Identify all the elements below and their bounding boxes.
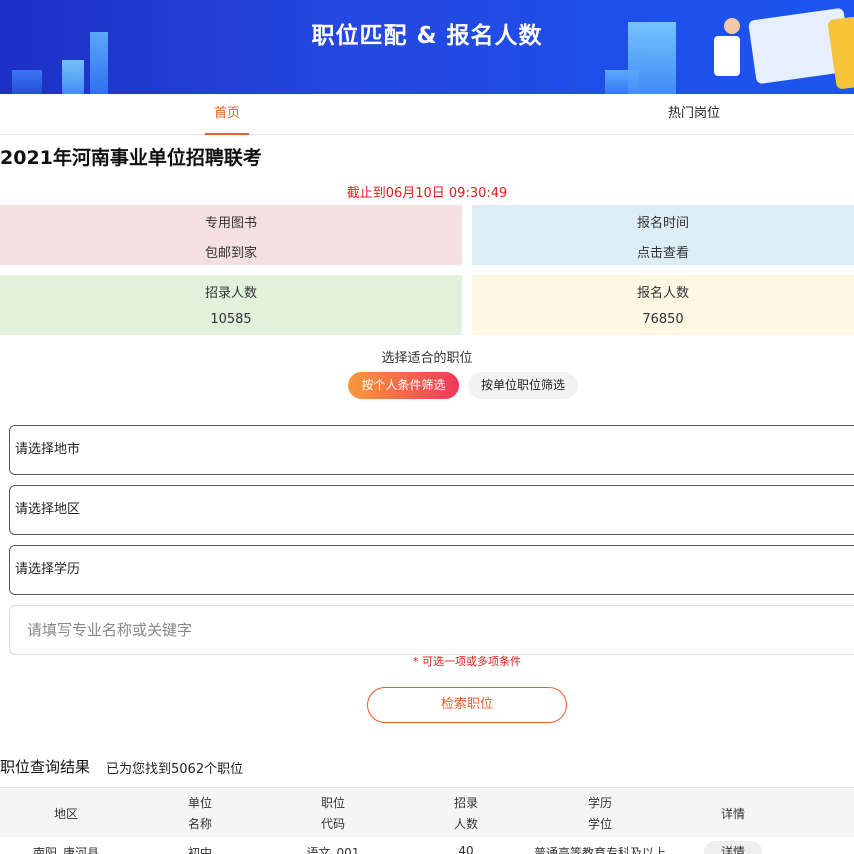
header-recruit: 招录 人数 (436, 788, 496, 838)
search-positions-button[interactable]: 检索职位 (367, 687, 567, 723)
cell-position: 语文_001 (306, 846, 360, 854)
card-value: 76850 (642, 312, 684, 327)
header-unit-line1: 单位 (187, 796, 212, 810)
header-recruit-line2: 人数 (453, 817, 478, 831)
header-recruit-line1: 招录 (453, 796, 478, 810)
results-count: 已为您找到5062个职位 (106, 762, 244, 777)
city-select[interactable]: 请选择地市 (9, 425, 854, 475)
header-education: 学历 学位 (570, 788, 630, 838)
cell-region: 南阳_唐河县 (32, 846, 99, 854)
detail-button[interactable]: 详情 (704, 841, 762, 854)
header-detail: 详情 (703, 788, 763, 838)
registration-time-card[interactable]: 报名时间 点击查看 (472, 205, 854, 265)
card-label: 报名人数 (636, 286, 689, 301)
building-decoration (62, 60, 84, 94)
cell-education: 普通高等教育专科及以上 (533, 846, 666, 854)
page-title: 2021年河南事业单位招聘联考 (0, 147, 262, 169)
cell-unit: 初中 (187, 846, 212, 854)
tab-hot-positions[interactable]: 热门岗位 (654, 94, 734, 134)
card-value: 10585 (210, 312, 252, 327)
header-education-line1: 学历 (587, 796, 612, 810)
table-row: 南阳_唐河县 初中 语文_001 40 普通高等教育专科及以上 详情 (0, 837, 854, 854)
card-label: 招录人数 (204, 286, 257, 301)
tab-bar: 首页 热门岗位 (0, 94, 854, 135)
tab-home[interactable]: 首页 (205, 94, 249, 135)
card-value: 点击查看 (636, 246, 689, 261)
header-position: 职位 代码 (303, 788, 363, 838)
card-label: 报名时间 (636, 216, 689, 231)
banner: 职位匹配 & 报名人数 (0, 0, 854, 94)
card-label: 专用图书 (204, 216, 257, 231)
filter-by-personal-button[interactable]: 按个人条件筛选 (348, 372, 459, 399)
keyword-input[interactable] (9, 605, 854, 655)
header-unit: 单位 名称 (170, 788, 230, 838)
card-value: 包邮到家 (204, 246, 257, 261)
header-unit-line2: 名称 (187, 817, 212, 831)
books-card[interactable]: 专用图书 包邮到家 (0, 205, 462, 265)
header-region: 地区 (30, 788, 102, 838)
filter-title: 选择适合的职位 (381, 351, 473, 366)
filter-by-unit-button[interactable]: 按单位职位筛选 (468, 372, 578, 399)
education-select[interactable]: 请选择学历 (9, 545, 854, 595)
applicant-count-card: 报名人数 76850 (472, 275, 854, 335)
header-position-line2: 代码 (320, 817, 345, 831)
banner-title: 职位匹配 & 报名人数 (311, 23, 543, 49)
header-detail-label: 详情 (720, 807, 745, 821)
header-education-line2: 学位 (587, 817, 612, 831)
deadline-text: 截止到06月10日 09:30:49 (346, 186, 508, 201)
results-table-header: 地区 单位 名称 职位 代码 招录 人数 学历 学位 详情 (0, 787, 854, 837)
building-decoration (12, 70, 42, 94)
header-region-label: 地区 (53, 807, 78, 821)
recruit-count-card: 招录人数 10585 (0, 275, 462, 335)
district-select[interactable]: 请选择地区 (9, 485, 854, 535)
results-title: 职位查询结果 (0, 758, 91, 776)
filter-hint: * 可选一项或多项条件 (413, 655, 521, 668)
header-position-line1: 职位 (320, 796, 345, 810)
cell-recruit: 40 (458, 844, 474, 854)
